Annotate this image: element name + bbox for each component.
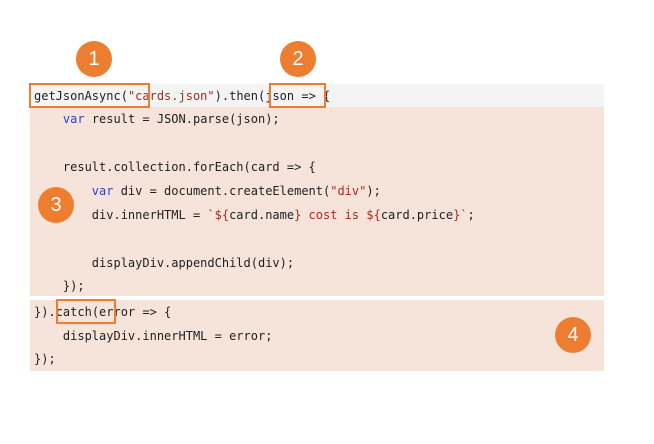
template-expr-price: card.price	[380, 208, 454, 222]
template-part-b: } cost is ${	[294, 208, 381, 222]
create-element-call: div = document.createElement(	[113, 184, 331, 198]
callout-badge-4: 4	[555, 317, 591, 353]
var-keyword: var	[62, 112, 85, 126]
statement-end: );	[366, 184, 381, 198]
template-part-a: `${	[207, 208, 230, 222]
highlight-box-then	[269, 83, 326, 108]
code-line-7: });	[34, 275, 85, 297]
highlight-box-catch	[56, 299, 116, 324]
error-assignment: displayDiv.innerHTML = error;	[62, 329, 273, 343]
inner-html-assignment: div.innerHTML =	[91, 208, 208, 222]
template-part-c: }`	[453, 208, 468, 222]
append-child-statement: displayDiv.appendChild(div);	[91, 256, 295, 270]
highlight-box-get-json-async	[29, 83, 150, 108]
then-close: }).	[34, 305, 56, 319]
catch-close: });	[34, 352, 56, 366]
template-expr-name: card.name	[229, 208, 295, 222]
annotated-code-figure: getJsonAsync("cards.json").then(json => …	[0, 0, 654, 444]
then-method: .then	[221, 89, 258, 103]
code-line-5: div.innerHTML = `${card.name} cost is ${…	[34, 204, 475, 226]
callout-badge-1: 1	[76, 41, 112, 77]
close-paren: )	[214, 89, 222, 103]
code-line-6: displayDiv.appendChild(div);	[34, 252, 294, 274]
callout-badge-2: 2	[280, 41, 316, 77]
code-line-10: });	[34, 348, 56, 370]
statement-end: ;	[467, 208, 475, 222]
code-line-4: var div = document.createElement("div");	[34, 180, 381, 202]
code-line-9: displayDiv.innerHTML = error;	[34, 325, 273, 347]
for-each-statement: result.collection.forEach(card => {	[62, 160, 316, 174]
div-string: "div"	[330, 184, 367, 198]
var-keyword: var	[91, 184, 114, 198]
code-line-2: var result = JSON.parse(json);	[34, 108, 280, 130]
json-parse-statement: result = JSON.parse(json);	[84, 112, 280, 126]
code-line-3: result.collection.forEach(card => {	[34, 156, 316, 178]
for-each-close: });	[62, 279, 85, 293]
callout-badge-3: 3	[38, 187, 74, 223]
